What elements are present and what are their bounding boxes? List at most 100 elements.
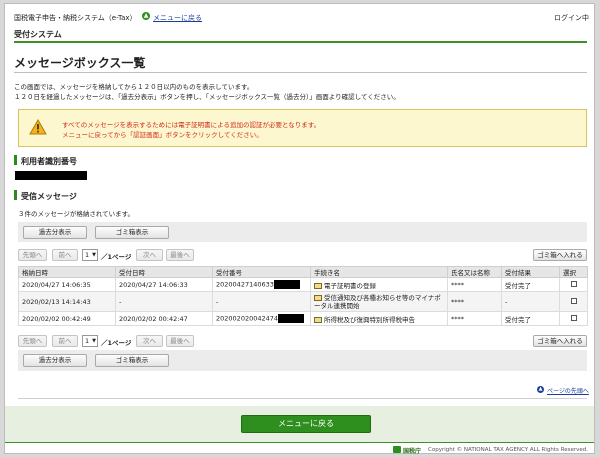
select-checkbox[interactable]: [570, 314, 577, 321]
subsystem-name: 受付システム: [14, 30, 62, 39]
warning-icon: [29, 119, 47, 135]
page-select-value: 1: [85, 337, 90, 345]
procedure-link[interactable]: 受信通知及び各種お知らせ等のマイナポータル連携開始: [314, 294, 441, 310]
menu-return-button[interactable]: メニューに戻る: [241, 415, 371, 433]
arrow-up-icon: ▲: [142, 12, 150, 20]
col-result: 受付結果: [501, 266, 560, 278]
prev-page-button[interactable]: 前へ: [52, 249, 78, 261]
top-action-panel: 過去分表示 ゴミ箱表示: [18, 222, 587, 242]
agency-logo: 国税庁: [403, 448, 422, 455]
intro-line-2: １２０日を経過したメッセージは、「過去分表示」ボタンを押し、「メッセージボックス…: [14, 93, 400, 101]
page-select[interactable]: 1 ▼: [82, 249, 98, 261]
table-row[interactable]: 2020/02/02 00:42:49 2020/02/02 00:42:47 …: [18, 311, 588, 326]
next-page-button[interactable]: 次へ: [136, 249, 163, 261]
cell-received: -: [115, 291, 213, 312]
trash-view-button[interactable]: ゴミ箱表示: [95, 226, 169, 239]
move-to-trash-button[interactable]: ゴミ箱へ入れる: [533, 249, 587, 261]
cell-stored: 2020/04/27 14:06:35: [18, 277, 116, 292]
mail-icon: [314, 316, 322, 323]
col-select: 選択: [559, 266, 588, 278]
cell-received: 2020/02/02 00:42:47: [115, 311, 213, 326]
first-page-button-bottom[interactable]: 先頭へ: [18, 335, 47, 347]
table-row[interactable]: 2020/02/13 14:14:43 - - 受信通知及び各種お知らせ等のマイ…: [18, 291, 588, 312]
procedure-link[interactable]: 所得税及び復興特別所得税申告: [324, 316, 415, 324]
number-redacted: [278, 314, 305, 323]
col-procedure: 手続き名: [310, 266, 448, 278]
col-number: 受付番号: [212, 266, 311, 278]
cell-result: -: [501, 291, 560, 312]
last-page-button-bottom[interactable]: 最後へ: [166, 335, 194, 347]
prev-page-button-bottom[interactable]: 前へ: [52, 335, 78, 347]
footer-green-line: [5, 442, 594, 443]
next-page-button-bottom[interactable]: 次へ: [136, 335, 163, 347]
page-title: メッセージボックス一覧: [14, 56, 146, 70]
header-divider: [14, 41, 587, 43]
cell-stored: 2020/02/13 14:14:43: [18, 291, 116, 312]
past-messages-button-bottom[interactable]: 過去分表示: [23, 354, 87, 367]
trash-view-button-bottom[interactable]: ゴミ箱表示: [95, 354, 169, 367]
title-divider: [14, 72, 587, 73]
page-top-link[interactable]: ページの先頭へ: [547, 386, 589, 395]
col-name: 氏名又は名称: [447, 266, 502, 278]
table-header-row: 格納日時 受付日時 受付番号 手続き名 氏名又は名称 受付結果 選択: [18, 266, 588, 278]
page-total-bottom: ／1ページ: [101, 339, 132, 347]
login-status: ログイン中: [554, 14, 589, 22]
cell-select: [559, 291, 588, 312]
mail-icon: [314, 282, 322, 289]
message-count: ３件のメッセージが格納されています。: [18, 210, 135, 218]
cell-stored: 2020/02/02 00:42:49: [18, 311, 116, 326]
inbox-heading-bar: [14, 190, 17, 200]
select-checkbox[interactable]: [570, 280, 577, 287]
cell-number: -: [212, 291, 311, 312]
message-table: 格納日時 受付日時 受付番号 手続き名 氏名又は名称 受付結果 選択 2020/…: [18, 266, 588, 326]
chevron-down-icon: ▼: [92, 338, 96, 344]
col-received: 受付日時: [115, 266, 213, 278]
page-total: ／1ページ: [101, 253, 132, 261]
cell-select: [559, 277, 588, 292]
bottom-action-panel: 過去分表示 ゴミ箱表示: [18, 350, 587, 371]
cell-procedure[interactable]: 電子証明書の登録: [310, 277, 448, 292]
footer-band: メニューに戻る: [5, 406, 594, 442]
user-id-redacted: [15, 171, 87, 180]
last-page-button[interactable]: 最後へ: [166, 249, 194, 261]
chevron-down-icon: ▼: [92, 252, 96, 258]
number-redacted: [273, 280, 300, 289]
number-visible: 202002020042474: [216, 314, 279, 323]
cell-number: 20200427140633: [212, 277, 311, 292]
past-messages-button[interactable]: 過去分表示: [23, 226, 87, 239]
cell-result: 受付完了: [501, 277, 560, 292]
arrow-up-icon: ▲: [537, 386, 544, 393]
cell-name: ****: [447, 311, 502, 326]
procedure-link[interactable]: 電子証明書の登録: [324, 282, 376, 290]
notice-line-1: すべてのメッセージを表示するためには電子証明書による追加の認証が必要となります。: [62, 121, 321, 129]
app-window: 国税電子申告・納税システム（e-Tax） ▲ メニューに戻る ログイン中 受付シ…: [4, 3, 595, 455]
first-page-button[interactable]: 先頭へ: [18, 249, 47, 261]
mail-icon: [314, 294, 322, 301]
cell-result: 受付完了: [501, 311, 560, 326]
select-checkbox[interactable]: [570, 297, 577, 304]
agency-logo-icon: [393, 446, 401, 453]
cell-name: ****: [447, 291, 502, 312]
move-to-trash-button-bottom[interactable]: ゴミ箱へ入れる: [533, 335, 587, 347]
user-id-heading-bar: [14, 155, 17, 165]
cell-procedure[interactable]: 所得税及び復興特別所得税申告: [310, 311, 448, 326]
page-select-bottom[interactable]: 1 ▼: [82, 335, 98, 347]
auth-notice: すべてのメッセージを表示するためには電子証明書による追加の認証が必要となります。…: [18, 109, 587, 147]
cell-name: ****: [447, 277, 502, 292]
menu-link[interactable]: メニューに戻る: [153, 13, 202, 23]
cell-received: 2020/04/27 14:06:33: [115, 277, 213, 292]
intro-line-1: この画面では、メッセージを格納してから１２０日以内のものを表示しています。: [14, 83, 254, 91]
footer-divider: [18, 398, 587, 399]
notice-line-2: メニューに戻ってから「認証画面」ボタンをクリックしてください。: [62, 131, 263, 139]
page-select-value: 1: [85, 251, 90, 259]
cell-number: 202002020042474: [212, 311, 311, 326]
copyright: Copyright © NATIONAL TAX AGENCY ALL Righ…: [428, 447, 588, 453]
number-visible: 20200427140633: [216, 280, 274, 289]
cell-procedure[interactable]: 受信通知及び各種お知らせ等のマイナポータル連携開始: [310, 291, 448, 312]
col-stored: 格納日時: [18, 266, 116, 278]
table-row[interactable]: 2020/04/27 14:06:35 2020/04/27 14:06:33 …: [18, 277, 588, 292]
system-name: 国税電子申告・納税システム（e-Tax）: [14, 14, 137, 22]
inbox-heading: 受信メッセージ: [21, 192, 77, 201]
cell-select: [559, 311, 588, 326]
user-id-heading: 利用者識別番号: [21, 157, 77, 166]
